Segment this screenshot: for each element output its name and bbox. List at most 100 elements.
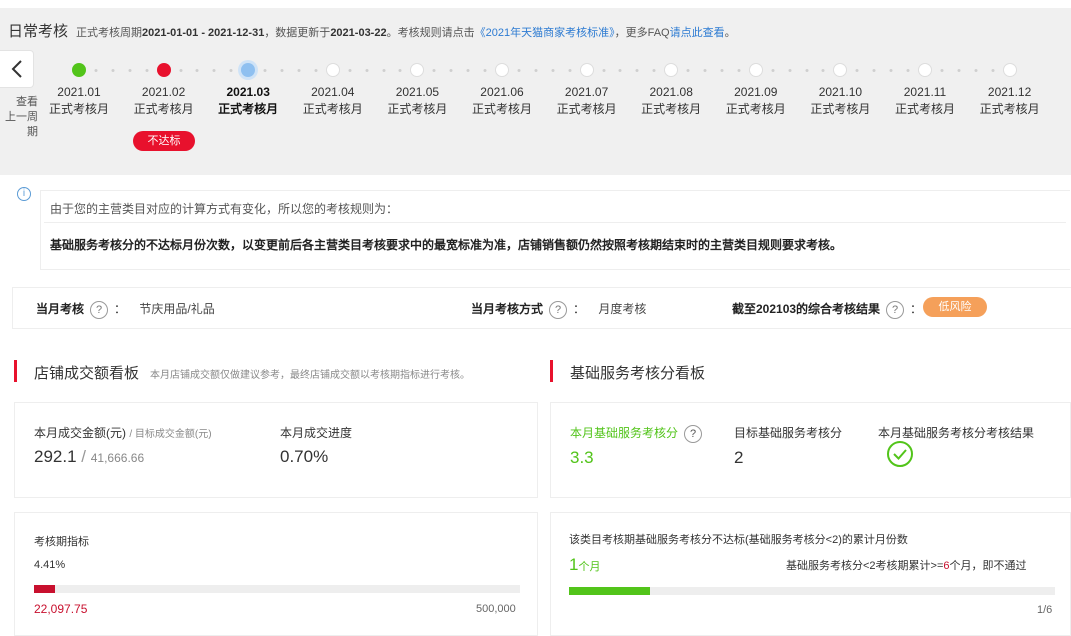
timeline-dot-3[interactable] [241, 63, 256, 77]
timeline-connector-dot [618, 69, 622, 72]
timeline-connector-dot [128, 69, 132, 72]
month-sub: 正式考核月 [641, 102, 702, 116]
check-icon [893, 449, 907, 460]
question-icon[interactable]: ? [549, 300, 568, 319]
period-current: 22,097.75 [34, 602, 88, 616]
timeline-connector-dot [94, 69, 98, 72]
timeline-connector-dot [212, 69, 216, 72]
timeline-connector-dot [179, 69, 183, 72]
timeline-dot-6[interactable] [495, 63, 509, 77]
month-sub: 正式考核月 [133, 102, 194, 116]
timeline-connector-dot [449, 69, 453, 72]
top-strip [0, 0, 1071, 8]
timeline-connector-dot [737, 69, 741, 72]
timeline-month-1[interactable]: 2021.01 正式考核月 [49, 84, 109, 118]
timeline-connector-dot [635, 69, 639, 72]
timeline-dot-10[interactable] [833, 63, 848, 77]
question-icon[interactable]: ? [90, 300, 109, 319]
timeline-dot-2[interactable] [156, 63, 171, 77]
fail-months-label: 该类目考核期基础服务考核分不达标(基础服务考核分<2)的累计月份数 [569, 534, 908, 546]
timeline-dot-9[interactable] [748, 63, 763, 77]
timeline-month-4[interactable]: 2021.04 正式考核月 [303, 84, 363, 118]
method-value: 月度考核 [598, 302, 647, 316]
sales-board-title: 店铺成交额看板 [34, 365, 140, 382]
period-card [14, 512, 538, 636]
score-value: 3.3 [570, 448, 594, 467]
timeline-month-12[interactable]: 2021.12 正式考核月 [980, 84, 1040, 118]
timeline-dot-4[interactable] [325, 63, 340, 77]
target-score-value: 2 [734, 448, 744, 467]
question-icon[interactable]: ? [684, 424, 703, 443]
progress-label: 本月成交进度 [280, 426, 353, 440]
timeline-dot-7[interactable] [579, 63, 594, 77]
sales-board-subtitle: 本月店铺成交额仅做建议参考，最终店铺成交额以考核期指标进行考核。 [150, 370, 470, 381]
month-date: 2021.10 [818, 85, 863, 99]
timeline-connector-dot [432, 69, 436, 72]
timeline-connector-dot [821, 69, 825, 72]
question-icon[interactable]: ? [886, 300, 905, 319]
page-title: 日常考核 [8, 23, 69, 40]
timeline-connector-dot [906, 69, 910, 72]
timeline-dot-11[interactable] [918, 63, 932, 77]
timeline-dot-1[interactable] [72, 63, 86, 77]
category-status: 当月考核?： 节庆用品/礼品 [36, 300, 215, 319]
period-progress-track [34, 585, 520, 593]
timeline-connector-dot [771, 69, 775, 72]
fail-progress-track [569, 587, 1055, 595]
timeline-month-8[interactable]: 2021.08 正式考核月 [641, 84, 701, 118]
category-value: 节庆用品/礼品 [139, 302, 215, 316]
month-sub: 正式考核月 [471, 102, 533, 116]
timeline-connector-dot [314, 69, 318, 72]
timeline-month-7[interactable]: 2021.07 正式考核月 [557, 84, 617, 118]
month-sub: 正式考核月 [810, 102, 871, 116]
timeline-connector-dot [297, 69, 301, 72]
chevron-left-icon [11, 60, 22, 78]
timeline-month-6[interactable]: 2021.06 正式考核月 [472, 84, 532, 118]
fail-rule-text: 基础服务考核分<2考核期累计>=6个月，即不通过 [786, 560, 1027, 572]
rule-link[interactable]: 《2021年天猫商家考核标准》 [475, 27, 615, 39]
month-date: 2021.07 [564, 85, 609, 99]
timeline-connector-dot [855, 69, 859, 72]
month-sub: 正式考核月 [979, 102, 1040, 116]
timeline-connector-dot [483, 69, 487, 72]
month-sub: 正式考核月 [387, 102, 448, 116]
month-date: 2021.01 [57, 85, 101, 99]
prev-period-label[interactable]: 查看 上一周期 [0, 95, 38, 140]
timeline-connector-dot [365, 69, 369, 72]
timeline-connector-dot [991, 69, 995, 72]
timeline-dot-12[interactable] [1002, 63, 1017, 77]
month-sub: 正式考核月 [894, 102, 956, 116]
timeline-connector-dot [195, 69, 199, 72]
timeline-connector-dot [652, 69, 656, 72]
service-card [550, 402, 1071, 498]
timeline-month-10[interactable]: 2021.10 正式考核月 [810, 84, 870, 118]
timeline-connector-dot [805, 69, 809, 72]
timeline-month-2[interactable]: 2021.02 正式考核月 [134, 84, 194, 118]
timeline-connector-dot [872, 69, 876, 72]
timeline-connector-dot [602, 69, 606, 72]
period-label: 考核期指标 [34, 536, 89, 548]
month-date: 2021.11 [903, 85, 947, 99]
timeline-month-5[interactable]: 2021.05 正式考核月 [387, 84, 447, 118]
fail-badge: 不达标 [133, 131, 195, 151]
risk-badge: 低风险 [923, 297, 987, 317]
month-date: 2021.08 [649, 85, 693, 99]
timeline-month-11[interactable]: 2021.11 正式考核月 [895, 84, 955, 118]
progress-value: 0.70% [280, 447, 329, 466]
notice-line1: 由于您的主营类目对应的计算方式有变化，所以您的考核规则为： [50, 202, 399, 216]
notice-divider [44, 222, 1066, 223]
month-date: 2021.02 [141, 85, 186, 99]
timeline-month-3[interactable]: 2021.03 正式考核月 [218, 84, 278, 118]
timeline-dot-8[interactable] [664, 63, 679, 77]
month-date: 2021.05 [395, 85, 440, 99]
score-result-label: 本月基础服务考核分考核结果 [878, 426, 1035, 440]
faq-link[interactable]: 请点此查看 [670, 27, 725, 39]
timeline-connector-dot [534, 69, 538, 72]
period-target: 500,000 [476, 603, 516, 615]
month-sub: 正式考核月 [725, 102, 786, 116]
timeline-month-9[interactable]: 2021.09 正式考核月 [726, 84, 786, 118]
service-board-title: 基础服务考核分看板 [570, 365, 706, 382]
timeline-dot-5[interactable] [410, 63, 425, 77]
timeline-connector-dot [686, 69, 690, 72]
prev-period-button[interactable] [0, 50, 34, 88]
